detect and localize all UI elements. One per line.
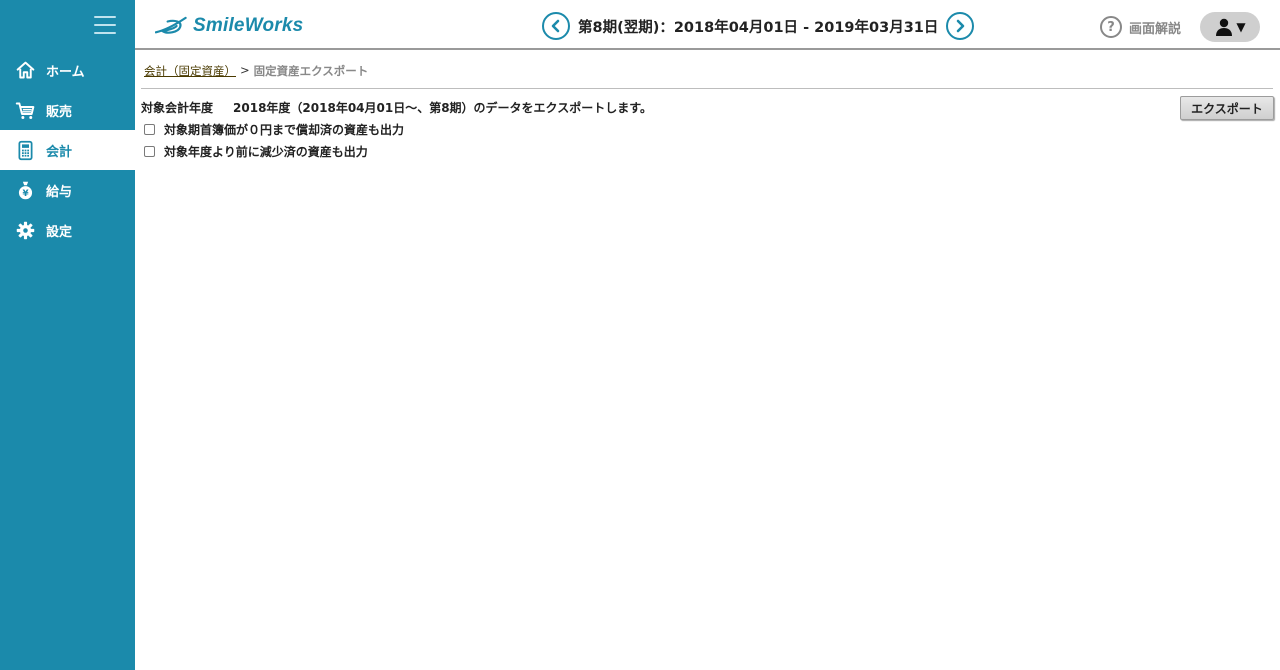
brand-logo[interactable]: SmileWorks [155,12,303,40]
export-button[interactable]: エクスポート [1180,96,1274,120]
sidebar: ホーム 販売 会計 ¥ 給与 設定 [0,0,135,670]
target-fiscal-year-text: 2018年度（2018年04月01日〜、第8期）のデータをエクスポートします。 [233,100,653,115]
breadcrumb: 会計（固定資産） > 固定資産エクスポート [141,61,1273,89]
calculator-icon [14,139,36,161]
user-icon [1216,18,1233,36]
sidebar-item-label: 給与 [46,184,73,200]
help-icon: ? [1100,16,1122,38]
next-period-button[interactable] [946,12,975,40]
sidebar-nav: ホーム 販売 会計 ¥ 給与 設定 [0,50,135,250]
money-bag-icon: ¥ [14,179,36,201]
help-button[interactable]: ? 画面解説 [1100,16,1181,38]
include-fully-depreciated-checkbox[interactable] [144,123,155,135]
caret-down-icon: ▼ [1236,20,1246,34]
breadcrumb-current: 固定資産エクスポート [253,64,369,78]
breadcrumb-link-fixed-assets[interactable]: 会計（固定資産） [141,63,236,79]
option-include-previously-disposed: 対象年度より前に減少済の資産も出力 [141,140,1274,162]
include-previously-disposed-checkbox[interactable] [144,145,155,157]
target-fiscal-year-row: 対象会計年度 2018年度（2018年04月01日〜、第8期）のデータをエクスポ… [141,96,1274,120]
sidebar-item-label: 販売 [46,104,73,120]
header: SmileWorks 第8期(翌期)：2018年04月01日 - 2019年03… [135,0,1280,50]
smileworks-logo-icon [155,16,187,34]
sidebar-item-accounting[interactable]: 会計 [0,130,135,170]
sidebar-item-home[interactable]: ホーム [0,50,135,90]
chevron-left-icon [551,19,560,33]
option-include-fully-depreciated: 対象期首簿価が０円まで償却済の資産も出力 [141,118,1274,140]
chevron-right-icon [957,19,965,33]
option-label: 対象年度より前に減少済の資産も出力 [164,144,368,159]
sidebar-item-settings[interactable]: 設定 [0,210,135,250]
help-label: 画面解説 [1129,21,1182,37]
menu-toggle-icon[interactable] [94,15,116,35]
brand-name: SmileWorks [193,15,304,36]
sidebar-item-label: ホーム [46,64,85,80]
breadcrumb-separator: > [240,63,250,77]
previous-period-button[interactable] [542,12,570,40]
home-icon [14,59,36,81]
sidebar-item-payroll[interactable]: ¥ 給与 [0,170,135,210]
sidebar-item-label: 会計 [46,144,73,160]
sidebar-item-sales[interactable]: 販売 [0,90,135,130]
period-label: 第8期(翌期)：2018年04月01日 - 2019年03月31日 [578,19,939,36]
gear-icon [14,219,36,241]
period-selector: 第8期(翌期)：2018年04月01日 - 2019年03月31日 [542,12,975,40]
user-menu-button[interactable]: ▼ [1200,12,1260,42]
sidebar-item-label: 設定 [46,224,73,240]
option-label: 対象期首簿価が０円まで償却済の資産も出力 [164,122,405,137]
main-content: 対象会計年度 2018年度（2018年04月01日〜、第8期）のデータをエクスポ… [141,96,1274,162]
target-fiscal-year-label: 対象会計年度 [141,100,214,115]
cart-icon [14,99,36,121]
svg-text:¥: ¥ [22,189,28,199]
